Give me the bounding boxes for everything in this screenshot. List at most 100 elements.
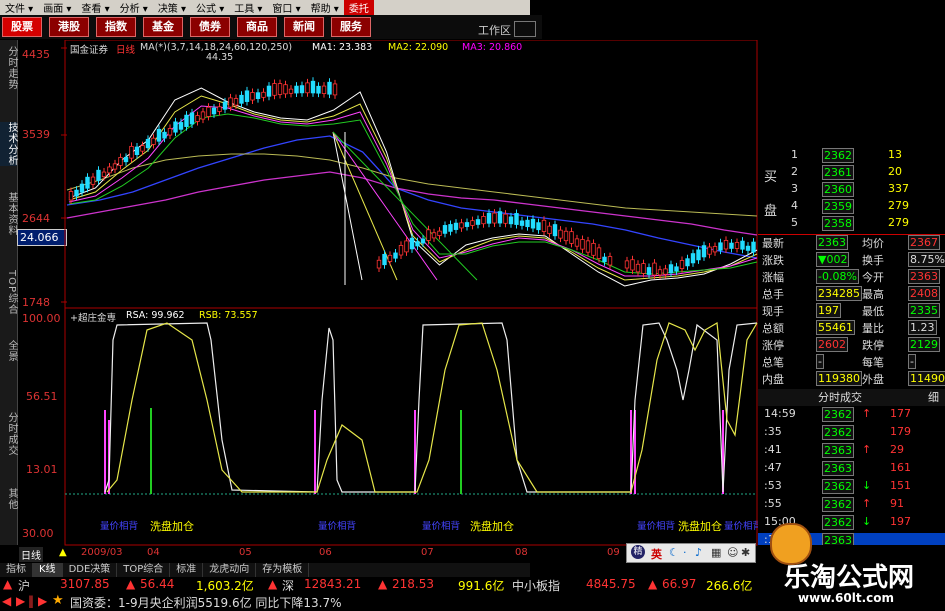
sh-change: 56.44 xyxy=(140,577,175,591)
sh-value: 3107.85 xyxy=(60,577,110,591)
next-arrow-icon[interactable]: ▶ xyxy=(38,594,47,608)
menu-item[interactable]: 决策 ▾ xyxy=(153,0,191,15)
moon-icon[interactable]: ☾ xyxy=(669,546,679,559)
candle-body xyxy=(123,156,129,163)
sh-label[interactable]: 沪 xyxy=(18,577,30,594)
tick-price: 2362 xyxy=(822,479,854,494)
candle-body xyxy=(574,238,580,247)
tick-price: 2362 xyxy=(822,497,854,512)
bid-volume: 13 xyxy=(888,148,902,161)
annotation-small: 量价相背 xyxy=(318,521,357,532)
bottom-tab[interactable]: TOP综合 xyxy=(117,563,171,577)
bid-price[interactable]: 2360 xyxy=(822,182,854,197)
bid-price[interactable]: 2361 xyxy=(822,165,854,180)
left-tab[interactable]: TOP综合 xyxy=(0,270,17,315)
mic-icon[interactable]: ♪ xyxy=(695,546,702,559)
toolbar-button[interactable]: 股票 xyxy=(2,17,42,37)
bottom-tab[interactable]: 龙虎动向 xyxy=(203,563,257,577)
bottom-tab[interactable]: 指标 xyxy=(0,563,33,577)
candle-body xyxy=(503,213,508,224)
menu-item[interactable]: 文件 ▾ xyxy=(0,0,38,15)
bid-price[interactable]: 2358 xyxy=(822,216,854,231)
zx-change: 66.97 xyxy=(662,577,697,591)
workarea-label[interactable]: 工作区 xyxy=(478,22,511,38)
toolbar-button[interactable]: 商品 xyxy=(237,17,277,37)
candle-body xyxy=(464,222,470,227)
candle-body xyxy=(167,128,173,136)
menu-item[interactable]: 公式 ▾ xyxy=(191,0,229,15)
pause-icon[interactable]: ‖ xyxy=(28,594,34,608)
tick-time: :53 xyxy=(764,479,782,492)
candle-body xyxy=(129,145,134,159)
tick-volume: 177 xyxy=(890,407,911,420)
candle-body xyxy=(674,266,679,272)
menu-item[interactable]: 画面 ▾ xyxy=(38,0,76,15)
left-tab[interactable]: 分时成交 xyxy=(0,412,17,456)
toolbar-button[interactable]: 债券 xyxy=(190,17,230,37)
candle-body xyxy=(591,242,596,256)
left-tab[interactable]: 其他 xyxy=(0,488,17,510)
toolbar-button[interactable]: 港股 xyxy=(49,17,89,37)
annotation-small: 量价相背 xyxy=(637,521,676,532)
period-button[interactable]: 日线 xyxy=(19,547,43,562)
tick-volume: 29 xyxy=(890,443,904,456)
user-icon[interactable]: ☺ xyxy=(727,546,738,559)
ticks-detail-button[interactable]: 细 xyxy=(928,389,939,405)
candle-body xyxy=(118,157,123,166)
quote-value: 2408 xyxy=(908,286,940,301)
bottom-tab[interactable]: K线 xyxy=(33,563,63,577)
bottom-tab[interactable]: 存为模板 xyxy=(256,563,310,577)
toolbar-button[interactable]: 基金 xyxy=(143,17,183,37)
kline-chart[interactable] xyxy=(17,40,758,546)
quote-value: -0.08% xyxy=(816,269,859,284)
toolbar-button[interactable]: 新闻 xyxy=(284,17,324,37)
candle-body xyxy=(173,121,178,133)
date-tick: 04 xyxy=(147,547,160,558)
news-text[interactable]: 国资委：1-9月央企利润5519.6亿 同比下降13.7% xyxy=(70,594,342,611)
date-tick: 2009/03 xyxy=(81,547,123,558)
candle-body xyxy=(321,85,327,94)
quote-label: 量比 xyxy=(862,322,884,335)
bid-price[interactable]: 2362 xyxy=(822,148,854,163)
toolbar-button[interactable]: 指数 xyxy=(96,17,136,37)
candle-body xyxy=(255,92,261,99)
tick-price: 2362 xyxy=(822,407,854,422)
mini-toolbar[interactable]: 精 英 ☾ · ♪ ▦ ☺ ✱ xyxy=(626,543,756,563)
settings-icon[interactable]: ✱ xyxy=(741,546,750,559)
quote-label: 现手 xyxy=(762,305,784,318)
left-tab[interactable]: 全景 xyxy=(0,340,17,362)
level-number: 2 xyxy=(791,165,798,178)
left-tab[interactable]: 技术分析 xyxy=(0,122,17,166)
quote-value: 2129 xyxy=(908,337,940,352)
menu-item[interactable]: 分析 ▾ xyxy=(115,0,153,15)
left-tab[interactable]: 基本资料 xyxy=(0,192,17,236)
quote-label: 外盘 xyxy=(862,373,884,386)
menu-item-trade[interactable]: 委托 xyxy=(343,0,374,15)
bid-price[interactable]: 2359 xyxy=(822,199,854,214)
news-ticker[interactable]: ◀ ▶ ‖ ▶ ★ 国资委：1-9月央企利润5519.6亿 同比下降13.7% xyxy=(0,593,758,611)
chart-frame xyxy=(64,40,758,546)
zx-label[interactable]: 中小板指 xyxy=(512,577,560,594)
menu-item[interactable]: 查看 ▾ xyxy=(76,0,114,15)
candle-body xyxy=(101,171,107,178)
prev-arrow-icon[interactable]: ◀ xyxy=(2,594,11,608)
tick-price: 2362 xyxy=(822,425,854,440)
sz-label[interactable]: 深 xyxy=(282,577,294,594)
menu-item[interactable]: 窗口 ▾ xyxy=(267,0,305,15)
window-controls-icon[interactable] xyxy=(514,21,536,37)
menu-item[interactable]: 帮助 ▾ xyxy=(306,0,344,15)
ticks-title[interactable]: 分时成交 xyxy=(818,389,862,405)
candle-body xyxy=(718,242,723,251)
menu-item[interactable]: 工具 ▾ xyxy=(229,0,267,15)
bottom-tab[interactable]: 标准 xyxy=(170,563,204,577)
quote-label: 总笔 xyxy=(762,356,784,369)
toolbar-button[interactable]: 服务 xyxy=(331,17,371,37)
candle-body xyxy=(607,256,613,266)
dot-icon[interactable]: · xyxy=(683,546,687,559)
left-tab[interactable]: 分时走势 xyxy=(0,46,17,90)
keyboard-icon[interactable]: ▦ xyxy=(711,546,721,559)
candle-body xyxy=(646,267,652,275)
bottom-tab[interactable]: DDE决策 xyxy=(63,563,118,577)
ying-icon[interactable]: 英 xyxy=(651,546,662,562)
next-arrow-icon[interactable]: ▶ xyxy=(16,594,25,608)
